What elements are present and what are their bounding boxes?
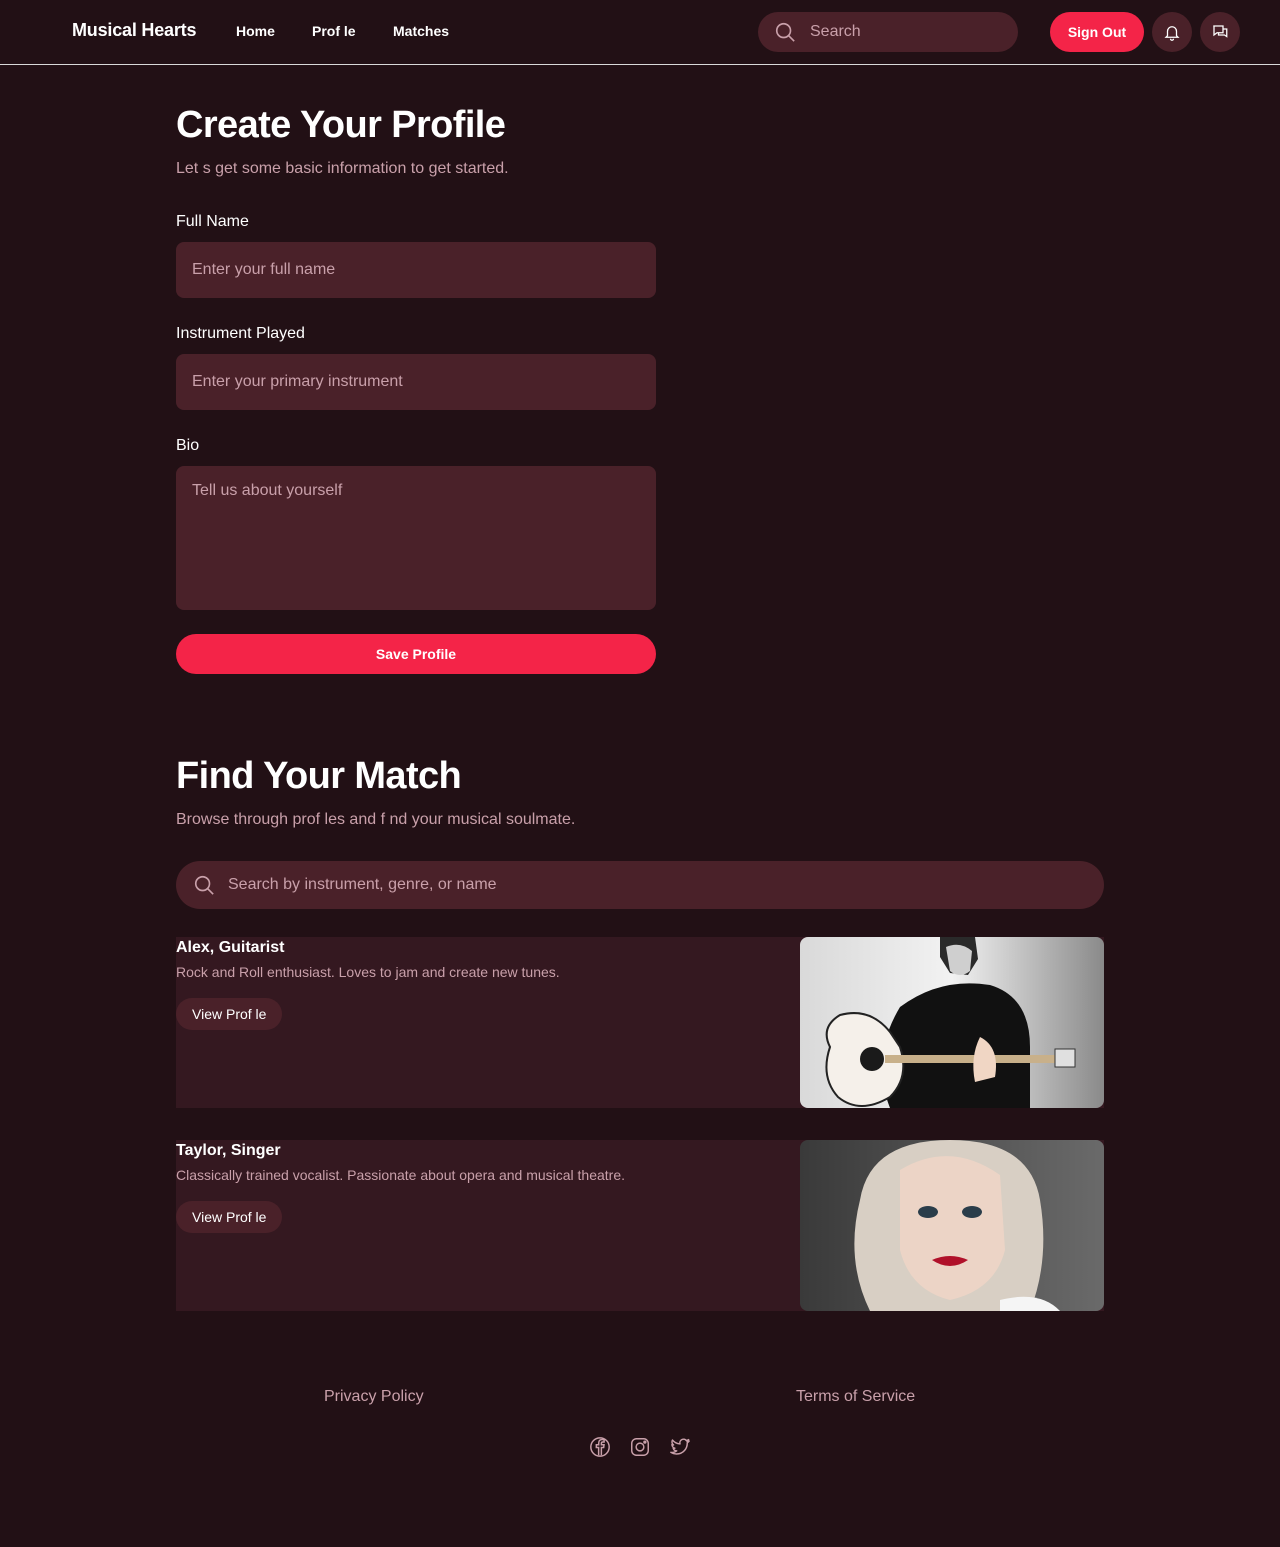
view-profile-button[interactable]: View Prof le	[176, 998, 283, 1030]
find-match-subtitle: Browse through prof les and f nd your mu…	[176, 811, 576, 828]
match-name: Taylor, Singer	[176, 1142, 281, 1159]
top-nav-bar: Musical Hearts Home Prof le Matches Sign…	[0, 0, 1280, 65]
match-card: Taylor, Singer Classically trained vocal…	[176, 1140, 1104, 1311]
facebook-icon[interactable]	[589, 1436, 611, 1458]
bell-icon	[1164, 26, 1180, 41]
sign-out-button[interactable]: Sign Out	[1050, 12, 1144, 52]
messages-button[interactable]	[1200, 12, 1240, 52]
notifications-button[interactable]	[1152, 12, 1192, 52]
match-search	[176, 861, 1104, 909]
nav-profile[interactable]: Prof le	[312, 23, 356, 39]
header-search-input[interactable]	[810, 12, 1005, 52]
guitarist-photo[interactable]	[800, 937, 1104, 1108]
create-profile-title: Create Your Profile	[176, 104, 506, 146]
terms-of-service-link[interactable]: Terms of Service	[796, 1388, 915, 1406]
instrument-label: Instrument Played	[176, 325, 305, 342]
save-profile-button[interactable]: Save Profile	[176, 634, 656, 674]
full-name-field[interactable]	[176, 242, 656, 298]
twitter-icon[interactable]	[669, 1436, 691, 1458]
match-description: Rock and Roll enthusiast. Loves to jam a…	[176, 964, 560, 980]
nav-home[interactable]: Home	[236, 23, 275, 39]
full-name-label: Full Name	[176, 213, 249, 230]
match-card: Alex, Guitarist Rock and Roll enthusiast…	[176, 937, 1104, 1108]
match-name: Alex, Guitarist	[176, 939, 285, 956]
search-icon	[194, 875, 214, 895]
privacy-policy-link[interactable]: Privacy Policy	[324, 1388, 424, 1406]
view-profile-button[interactable]: View Prof le	[176, 1201, 283, 1233]
search-icon	[775, 22, 795, 42]
singer-photo[interactable]	[800, 1140, 1104, 1311]
find-match-title: Find Your Match	[176, 755, 462, 797]
header-search	[758, 12, 1018, 52]
instagram-icon[interactable]	[629, 1436, 651, 1458]
bio-label: Bio	[176, 437, 200, 454]
match-search-input[interactable]	[228, 861, 1088, 909]
chat-icon	[1213, 25, 1228, 38]
nav-matches[interactable]: Matches	[393, 23, 449, 39]
create-profile-subtitle: Let s get some basic information to get …	[176, 160, 509, 177]
instrument-field[interactable]	[176, 354, 656, 410]
bio-field[interactable]	[176, 466, 656, 610]
brand-logo[interactable]: Musical Hearts	[72, 20, 196, 41]
match-description: Classically trained vocalist. Passionate…	[176, 1167, 626, 1183]
